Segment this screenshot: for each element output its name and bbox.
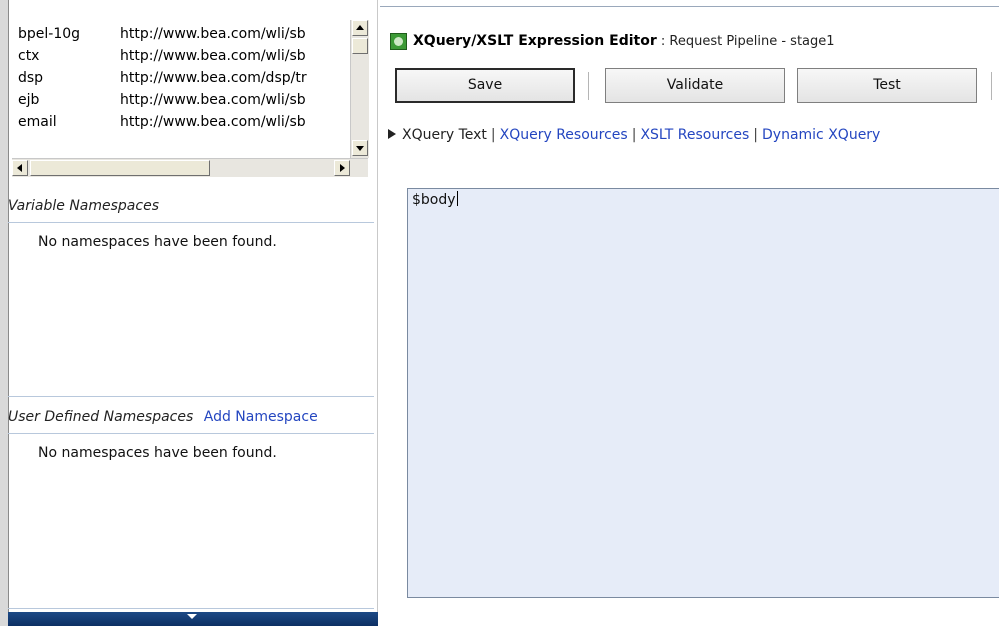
arrow-down-icon <box>356 146 364 151</box>
play-icon <box>388 129 396 139</box>
namespace-prefix: ctx <box>18 48 40 64</box>
namespace-row[interactable]: dsp http://www.bea.com/dsp/tr <box>12 67 348 89</box>
xquery-editor-icon <box>390 32 407 50</box>
namespace-row[interactable]: email http://www.bea.com/wli/sb <box>12 111 348 133</box>
horizontal-scroll-thumb[interactable] <box>30 160 210 176</box>
scroll-up-button[interactable] <box>352 20 368 36</box>
tab-xquery-text[interactable]: XQuery Text <box>402 127 487 143</box>
namespace-uri: http://www.bea.com/dsp/tr <box>120 70 307 86</box>
editor-title: XQuery/XSLT Expression Editor <box>413 33 657 49</box>
namespace-rows: bpel-10g http://www.bea.com/wli/sb ctx h… <box>12 23 348 133</box>
toolbar-separator <box>991 72 992 100</box>
namespace-uri: http://www.bea.com/wli/sb <box>120 48 306 64</box>
vertical-scroll-thumb[interactable] <box>352 38 368 54</box>
editor-subtitle: : Request Pipeline - stage1 <box>656 34 835 49</box>
editor-tabs: XQuery Text | XQuery Resources | XSLT Resour… <box>388 124 880 146</box>
expression-text: $body <box>412 192 456 208</box>
collapse-arrow-icon <box>187 614 197 619</box>
tab-separator: | <box>631 127 637 143</box>
namespace-prefix: ejb <box>18 92 40 108</box>
left-edge <box>0 0 9 626</box>
variable-namespaces-heading: Variable Namespaces <box>8 190 374 223</box>
user-defined-namespaces-heading: User Defined Namespaces Add Namespace <box>8 401 374 434</box>
tab-xquery-resources[interactable]: XQuery Resources <box>500 127 628 143</box>
arrow-left-icon <box>17 164 22 172</box>
add-namespace-link[interactable]: Add Namespace <box>204 409 318 425</box>
left-panel: bpel-10g http://www.bea.com/wli/sb ctx h… <box>0 0 378 626</box>
predefined-namespace-list[interactable]: bpel-10g http://www.bea.com/wli/sb ctx h… <box>12 20 369 182</box>
namespace-prefix: dsp <box>18 70 44 86</box>
save-button[interactable]: Save <box>395 68 575 103</box>
editor-panel: XQuery/XSLT Expression Editor : Request … <box>380 0 999 626</box>
toolbar-separator <box>588 72 589 100</box>
namespace-uri: http://www.bea.com/wli/sb <box>120 26 306 42</box>
collapse-bar[interactable] <box>8 612 378 626</box>
horizontal-scrollbar[interactable] <box>12 158 368 177</box>
vertical-scrollbar[interactable] <box>350 20 369 158</box>
user-defined-namespaces-empty-message: No namespaces have been found. <box>38 445 277 461</box>
variable-namespaces-title: Variable Namespaces <box>8 198 159 214</box>
namespace-prefix: email <box>18 114 57 130</box>
namespace-row[interactable]: bpel-10g http://www.bea.com/wli/sb <box>12 23 348 45</box>
validate-button[interactable]: Validate <box>605 68 785 103</box>
panel-divider <box>377 0 378 626</box>
section-divider <box>8 608 374 609</box>
user-defined-namespaces-title: User Defined Namespaces <box>8 409 194 425</box>
namespace-uri: http://www.bea.com/wli/sb <box>120 92 306 108</box>
test-button[interactable]: Test <box>797 68 977 103</box>
arrow-up-icon <box>356 25 364 30</box>
tab-separator: | <box>490 127 496 143</box>
tab-xslt-resources[interactable]: XSLT Resources <box>640 127 749 143</box>
editor-header: XQuery/XSLT Expression Editor : Request … <box>390 30 835 52</box>
header-rule <box>380 6 999 7</box>
namespace-row[interactable]: ejb http://www.bea.com/wli/sb <box>12 89 348 111</box>
tab-separator: | <box>753 127 759 143</box>
tab-dynamic-xquery[interactable]: Dynamic XQuery <box>762 127 880 143</box>
namespace-row[interactable]: ctx http://www.bea.com/wli/sb <box>12 45 348 67</box>
section-divider <box>8 396 374 397</box>
arrow-right-icon <box>340 164 345 172</box>
scroll-left-button[interactable] <box>12 160 28 176</box>
namespace-prefix: bpel-10g <box>18 26 81 42</box>
variable-namespaces-empty-message: No namespaces have been found. <box>38 234 277 250</box>
scroll-down-button[interactable] <box>352 140 368 156</box>
expression-textarea[interactable]: $body <box>407 188 999 598</box>
namespace-uri: http://www.bea.com/wli/sb <box>120 114 306 130</box>
scroll-right-button[interactable] <box>334 160 350 176</box>
